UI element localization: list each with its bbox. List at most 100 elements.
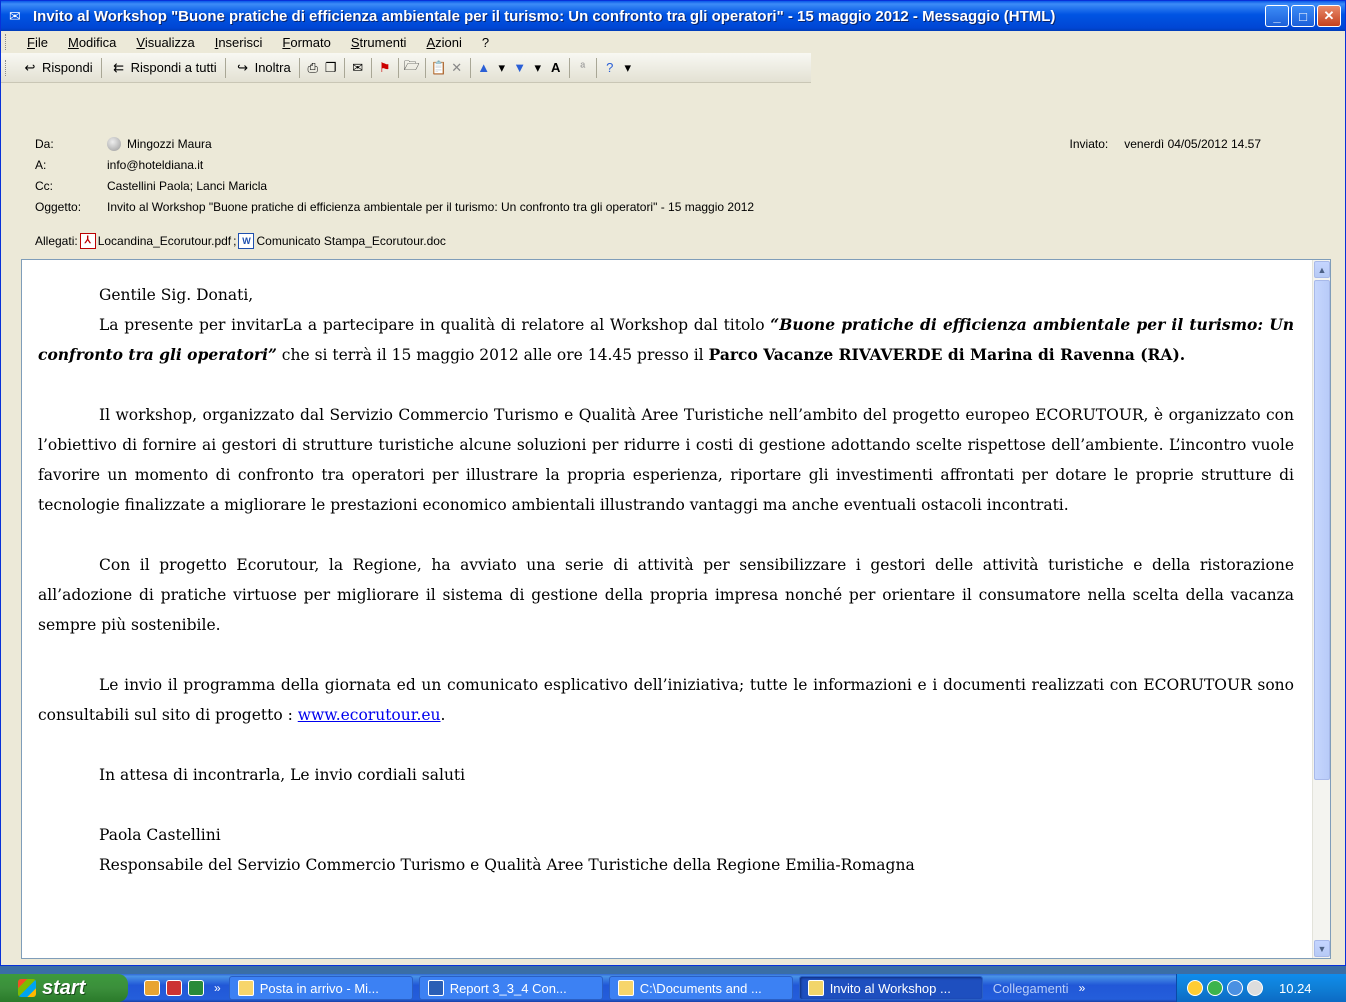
forward-label: Inoltra (254, 60, 291, 75)
toolbar-separator (568, 57, 570, 78)
standard-toolbar: ↩ Rispondi ⇇ Rispondi a tutti ↪ Inoltra … (1, 53, 811, 83)
to-row: A: info@hoteldiana.it (35, 158, 203, 172)
links-toolbar[interactable]: Collegamenti (993, 981, 1069, 996)
title-bar[interactable]: ✉ Invito al Workshop "Buone pratiche di … (1, 1, 1345, 31)
menu-visualizza[interactable]: Visualizza (126, 35, 204, 50)
volume-tray-icon[interactable] (1247, 980, 1263, 996)
excel-quicklaunch-icon[interactable] (188, 980, 204, 996)
outlook-icon (237, 980, 254, 996)
menu-modifica[interactable]: Modifica (58, 35, 126, 50)
envelope-icon (807, 980, 824, 996)
previous-dropdown-icon[interactable]: ▾ (493, 59, 511, 77)
scroll-thumb[interactable] (1314, 280, 1330, 780)
move-to-folder-icon[interactable]: ✉ (349, 59, 367, 77)
message-header: Da: Mingozzi Maura Inviato: venerdì 04/0… (21, 131, 1331, 257)
attachment-pdf[interactable]: Locandina_Ecorutour.pdf (98, 234, 231, 248)
acrobat-quicklaunch-icon[interactable] (166, 980, 182, 996)
attachments-row: Allegati: ⅄ Locandina_Ecorutour.pdf ; W … (35, 233, 446, 249)
paragraph-invitation: La presente per invitarLa a partecipare … (38, 310, 1294, 370)
toolbar-separator (343, 57, 345, 78)
cc-value[interactable]: Castellini Paola; Lanci Maricla (107, 179, 267, 193)
previous-item-icon[interactable]: ▲ (475, 59, 493, 77)
presence-icon (107, 137, 121, 151)
toolbar-separator (397, 57, 399, 78)
minimize-button[interactable]: _ (1265, 5, 1289, 27)
subject-row: Oggetto: Invito al Workshop "Buone prati… (35, 200, 754, 214)
menu-help[interactable]: ? (472, 35, 499, 50)
toolbar-separator (100, 57, 102, 78)
help-icon[interactable]: ? (601, 59, 619, 77)
window-title: Invito al Workshop "Buone pratiche di ef… (33, 7, 1056, 25)
font-size-icon[interactable]: A (547, 59, 565, 77)
reply-icon: ↩ (24, 59, 36, 75)
quicklaunch-chevron[interactable]: » (214, 981, 221, 995)
scroll-down-button[interactable]: ▼ (1314, 940, 1330, 957)
forward-button[interactable]: ↪ Inoltra (230, 57, 295, 79)
task-inbox[interactable]: Posta in arrivo - Mi... (228, 976, 413, 1000)
start-button[interactable]: start (0, 974, 128, 1002)
task-invito[interactable]: Invito al Workshop ... (798, 976, 983, 1000)
project-website-link[interactable]: www.ecorutour.eu (298, 706, 441, 724)
folder-icon[interactable]: 🗁 (403, 58, 421, 77)
menu-inserisci[interactable]: Inserisci (205, 35, 273, 50)
attachment-separator: ; (233, 234, 237, 248)
outlook-message-window: ✉ Invito al Workshop "Buone pratiche di … (0, 0, 1346, 966)
toolbar-separator (595, 57, 597, 78)
message-body-pane[interactable]: Gentile Sig. Donati, La presente per inv… (21, 259, 1331, 959)
program-text-a: Le invio il programma della giornata ed … (38, 676, 1294, 724)
signature-role: Responsabile del Servizio Commercio Turi… (99, 856, 915, 874)
next-item-icon[interactable]: ▼ (511, 59, 529, 77)
paragraph-program: Le invio il programma della giornata ed … (38, 670, 1294, 730)
delete-icon[interactable]: ✕ (448, 59, 466, 77)
print-icon[interactable]: ⎙ (304, 59, 322, 77)
network-tray-icon[interactable] (1207, 980, 1223, 996)
menu-formato[interactable]: Formato (272, 35, 340, 50)
clock: 10.24 (1279, 980, 1312, 996)
quick-launch (144, 980, 204, 996)
toolbar-separator (424, 57, 426, 78)
next-dropdown-icon[interactable]: ▾ (529, 59, 547, 77)
vertical-scrollbar[interactable]: ▲ ▼ (1312, 260, 1330, 958)
paragraph-project: Con il progetto Ecorutour, la Regione, h… (38, 556, 1294, 634)
closing: In attesa di incontrarla, Le invio cordi… (99, 766, 466, 784)
system-tray: 10.24 (1176, 974, 1346, 1002)
from-label: Da: (35, 137, 54, 151)
task-report[interactable]: Report 3_3_4 Con... (418, 976, 603, 1000)
envelope-icon: ✉ (9, 8, 21, 24)
antivirus-tray-icon[interactable] (1227, 980, 1243, 996)
taskbar: start » Posta in arrivo - Mi... Report 3… (0, 974, 1346, 1002)
signature-name: Paola Castellini (99, 826, 221, 844)
translate-icon[interactable]: ª (574, 59, 592, 77)
to-value[interactable]: info@hoteldiana.it (107, 158, 203, 172)
reply-all-button[interactable]: ⇇ Rispondi a tutti (106, 57, 221, 79)
to-label: A: (35, 158, 47, 172)
scroll-up-button[interactable]: ▲ (1314, 261, 1330, 278)
from-row: Da: Mingozzi Maura (35, 137, 212, 151)
cc-row: Cc: Castellini Paola; Lanci Maricla (35, 179, 267, 193)
task-explorer[interactable]: C:\Documents and ... (608, 976, 793, 1000)
maximize-button[interactable]: □ (1291, 5, 1315, 27)
task-invito-label: Invito al Workshop ... (829, 980, 951, 996)
close-button[interactable]: ✕ (1317, 5, 1341, 27)
sent-label: Inviato: (1069, 137, 1109, 151)
copy-icon[interactable]: ❐ (322, 59, 340, 77)
toolbar-separator (298, 57, 300, 78)
menu-file[interactable]: File (17, 35, 58, 50)
toolbar-options-icon[interactable]: ▾ (619, 59, 637, 77)
links-chevron[interactable]: » (1079, 981, 1086, 995)
menu-bar: File Modifica Visualizza Inserisci Forma… (1, 31, 1345, 53)
task-report-label: Report 3_3_4 Con... (449, 980, 567, 996)
toolbar-grip[interactable] (5, 59, 9, 76)
paste-icon[interactable]: 📋 (430, 59, 448, 77)
menu-strumenti[interactable]: Strumenti (341, 35, 417, 50)
reply-button[interactable]: ↩ Rispondi (17, 57, 97, 79)
menu-azioni[interactable]: Azioni (416, 35, 471, 50)
attachments-label: Allegati: (35, 234, 78, 248)
from-value[interactable]: Mingozzi Maura (127, 137, 212, 151)
outlook-quicklaunch-icon[interactable] (144, 980, 160, 996)
follow-up-flag-icon[interactable]: ⚑ (376, 59, 394, 77)
outlook-tray-icon[interactable] (1187, 980, 1203, 996)
reply-all-icon: ⇇ (113, 59, 125, 75)
attachment-doc[interactable]: Comunicato Stampa_Ecorutour.doc (256, 234, 445, 248)
menu-grip[interactable] (5, 34, 9, 50)
